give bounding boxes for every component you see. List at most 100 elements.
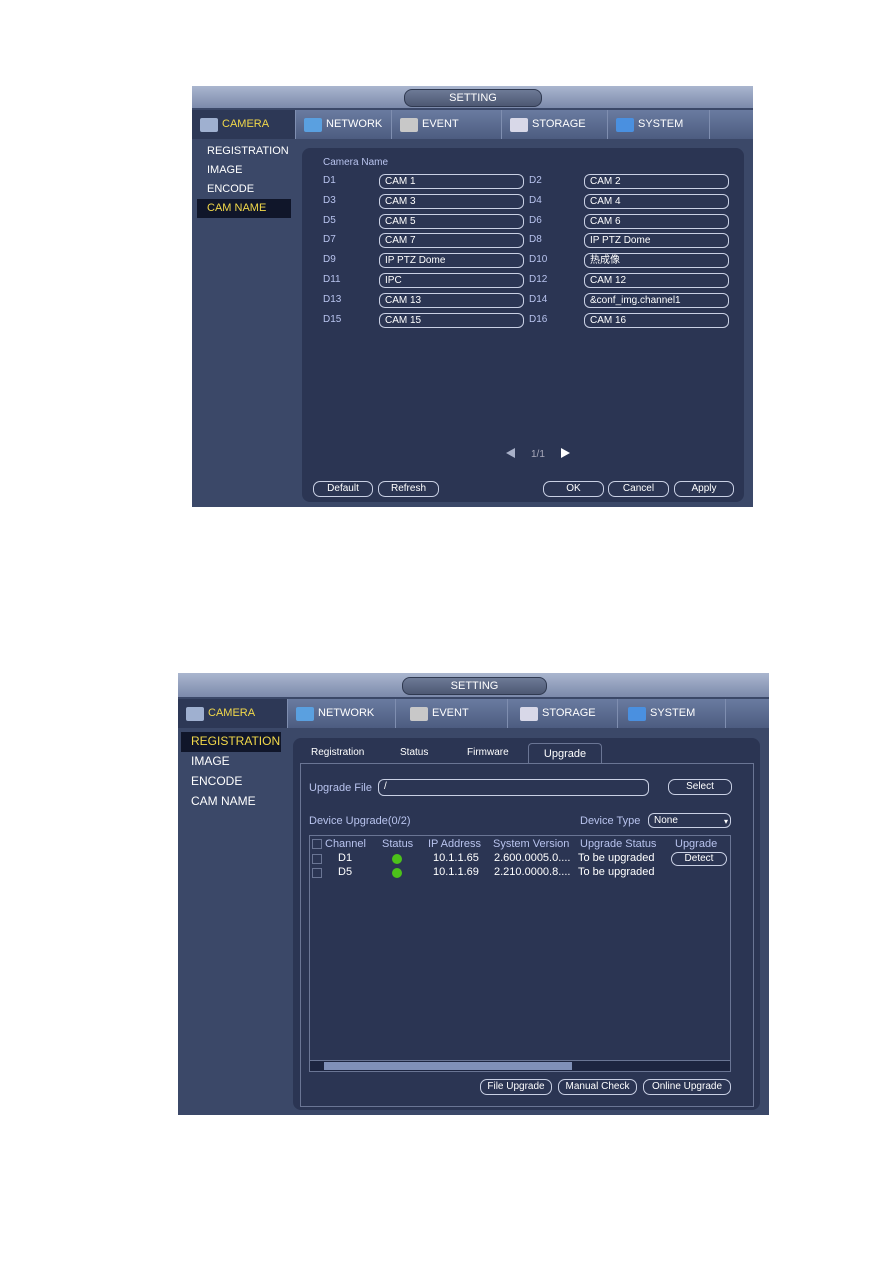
status-online-icon [392,854,402,867]
column-header: Upgrade Status [580,838,657,850]
sidebar-item-encode[interactable]: ENCODE [197,180,291,199]
subtab-status[interactable]: Status [400,747,428,758]
camera-icon [200,117,218,132]
device-type-value: None [654,815,678,826]
page-indicator: 1/1 [531,449,545,460]
chevron-down-icon: ▾ [723,817,728,826]
channel-label: D2 [529,175,542,186]
channel-label: D7 [323,234,336,246]
window-title: SETTING [402,677,547,695]
apply-button[interactable]: Apply [674,481,734,497]
tab-system[interactable]: SYSTEM [618,699,726,728]
sidebar-item-image[interactable]: IMAGE [181,752,281,772]
refresh-button[interactable]: Refresh [378,481,439,497]
camera-name-input[interactable]: CAM 3 [379,193,524,209]
camera-name-input[interactable]: CAM 6 [584,213,729,229]
window-title: SETTING [404,89,542,107]
tab-camera[interactable]: CAMERA [178,699,288,728]
tab-storage[interactable]: STORAGE [502,110,608,139]
column-header: Status [382,838,414,850]
channel-label: D6 [529,214,542,226]
row-checkbox[interactable] [312,868,322,878]
select-button[interactable]: Select [668,779,732,795]
select-all-checkbox[interactable] [312,839,322,849]
storage-icon [510,117,528,132]
subtab-firmware[interactable]: Firmware [467,747,509,758]
sidebar-item-encode[interactable]: ENCODE [181,772,281,792]
sidebar-item-registration[interactable]: REGISTRATION [181,732,281,752]
row-checkbox[interactable] [312,854,322,864]
subtab-registration[interactable]: Registration [311,747,364,758]
upgrade-status-cell: To be upgraded [578,852,655,864]
tab-network[interactable]: NETWORK [296,110,392,139]
main-tab-bar: CAMERA NETWORK EVENT STORAGE SYSTEM [178,699,769,728]
online-upgrade-button[interactable]: Online Upgrade [643,1079,731,1095]
camera-name-input[interactable]: CAM 7 [379,233,524,249]
camera-name-input[interactable]: IPC [379,273,524,288]
camera-name-input[interactable]: CAM 13 [379,292,524,308]
tab-label: NETWORK [326,118,383,130]
detect-button[interactable]: Detect [671,852,727,866]
horizontal-scrollbar[interactable] [310,1060,730,1071]
prev-page-icon[interactable] [506,448,515,458]
next-page-icon[interactable] [561,448,570,458]
status-online-icon [392,868,402,881]
subtab-upgrade[interactable]: Upgrade [528,743,602,764]
channel-label: D16 [529,313,548,325]
sidebar-item-registration[interactable]: REGISTRATION [197,142,291,161]
camera-name-input[interactable]: CAM 4 [584,193,729,209]
tab-label: CAMERA [208,707,256,719]
camera-name-input[interactable]: IP PTZ Dome [584,233,729,249]
tab-label: SYSTEM [638,118,684,130]
ok-button[interactable]: OK [543,481,604,497]
upgrade-file-input[interactable]: / [378,779,649,796]
channel-cell: D5 [338,866,353,878]
tab-network[interactable]: NETWORK [288,699,396,728]
sidebar-item-cam-name[interactable]: CAM NAME [197,199,291,218]
device-table: Channel Status IP Address System Version Upg… [309,835,731,1072]
version-cell: 2.600.0005.0.... [494,852,571,864]
channel-label: D3 [323,194,336,206]
camera-name-input[interactable]: 热成像 [584,253,729,269]
tab-label: SYSTEM [650,707,696,719]
camera-name-input[interactable]: CAM 2 [584,174,729,189]
event-icon [410,706,428,721]
title-bar: SETTING [192,86,753,108]
content-panel: Registration Status Firmware Upgrade Upg… [293,738,760,1110]
camera-name-input[interactable]: CAM 1 [379,174,524,189]
main-tab-bar: CAMERA NETWORK EVENT STORAGE SYSTEM [192,110,753,139]
channel-label: D15 [323,313,342,325]
upgrade-file-label: Upgrade File [309,782,372,794]
camera-name-input[interactable]: CAM 12 [584,273,729,288]
camera-name-input[interactable]: CAM 16 [584,312,729,328]
file-upgrade-button[interactable]: File Upgrade [480,1079,552,1095]
column-header: Channel [325,838,366,850]
default-button[interactable]: Default [313,481,373,497]
tab-system[interactable]: SYSTEM [608,110,710,139]
channel-label: D9 [323,254,336,266]
cancel-button[interactable]: Cancel [608,481,669,497]
tab-storage[interactable]: STORAGE [508,699,618,728]
network-icon [296,706,314,721]
camera-name-input[interactable]: IP PTZ Dome [379,253,524,269]
camera-name-input[interactable]: CAM 5 [379,213,524,229]
manual-check-button[interactable]: Manual Check [558,1079,637,1095]
sidebar-item-cam-name[interactable]: CAM NAME [181,792,281,812]
channel-label: D12 [529,274,548,285]
tab-camera[interactable]: CAMERA [192,110,296,139]
ip-cell: 10.1.1.69 [433,866,479,878]
tab-label: EVENT [422,118,459,130]
tab-event[interactable]: EVENT [396,699,508,728]
title-bar: SETTING [178,673,769,697]
camera-name-input[interactable]: &conf_img.channel1 [584,292,729,308]
upgrade-panel: Upgrade File / Select Device Upgrade(0/2… [300,763,754,1107]
scrollbar-thumb[interactable] [324,1062,572,1070]
version-cell: 2.210.0000.8.... [494,866,571,878]
tab-event[interactable]: EVENT [392,110,502,139]
sidebar: REGISTRATION IMAGE ENCODE CAM NAME [197,142,291,218]
upgrade-status-cell: To be upgraded [578,866,655,878]
device-type-select[interactable]: None ▾ [648,813,731,828]
sidebar-item-image[interactable]: IMAGE [197,161,291,180]
camera-name-input[interactable]: CAM 15 [379,312,524,328]
channel-label: D11 [323,274,341,285]
